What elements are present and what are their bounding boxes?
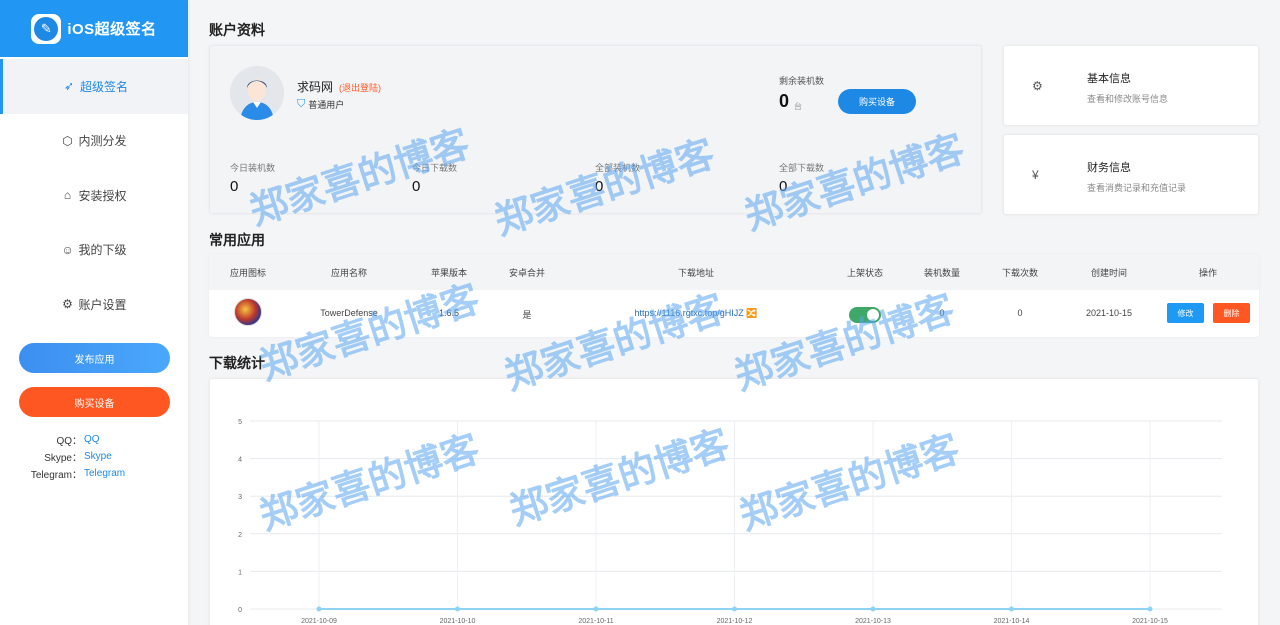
tag-icon: ⌂ xyxy=(63,188,72,203)
pen-icon: ✎ xyxy=(34,16,59,41)
contacts: QQ： QQ Skype： Skype Telegram： Telegram xyxy=(0,431,188,482)
x-tick-label: 2021-10-12 xyxy=(717,618,753,625)
x-tick-label: 2021-10-11 xyxy=(578,618,613,625)
table-row: TowerDefense 1.6.5 是 https://1116.rgtxc.… xyxy=(209,290,1259,337)
app-ios-version: 1.6.5 xyxy=(438,308,460,318)
app-installs: 0 xyxy=(939,308,945,318)
app-created: 2021-10-15 xyxy=(1085,308,1133,318)
y-tick-label: 5 xyxy=(238,419,242,426)
data-point xyxy=(1009,606,1014,612)
data-point xyxy=(870,606,876,612)
app-downloads: 0 xyxy=(1017,308,1023,318)
x-tick-label: 2021-10-15 xyxy=(1132,618,1168,625)
delete-button[interactable]: 删除 xyxy=(1213,303,1250,323)
stat-total-downloads: 全部下载数 0 xyxy=(779,163,825,195)
x-tick-label: 2021-10-09 xyxy=(301,618,337,625)
sidebar-item-account-settings[interactable]: ⚙ 账户设置 xyxy=(0,277,188,332)
contact-skype: Skype： Skype xyxy=(44,451,112,464)
contact-telegram: Telegram： Telegram xyxy=(30,468,126,481)
contact-qq: QQ： QQ xyxy=(56,434,100,447)
gear-icon: ⚙ xyxy=(1032,79,1043,93)
sidebar-nav: ➶ 超级签名 ⬡ 内测分发 ⌂ 安装授权 ☺ 我的下级 ⚙ 账户设置 xyxy=(0,59,188,332)
user-type-badge: ⛉ 普通用户 xyxy=(297,98,345,110)
remaining-installs-label: 剩余装机数 xyxy=(779,76,825,86)
download-chart: 0 1 2 3 4 5 2021-10-09 2021-10-10 2021-10-11 2021… xyxy=(238,419,1222,625)
y-tick-label: 2 xyxy=(238,532,242,539)
stat-today-downloads: 今日下载数 0 xyxy=(412,163,458,195)
data-point xyxy=(732,606,737,612)
x-tick-label: 2021-10-14 xyxy=(994,618,1030,625)
finance-info-desc: 查看消费记录和充值记录 xyxy=(1087,183,1187,193)
stat-total-installs: 全部装机数 0 xyxy=(595,163,641,195)
username: 求码网 (退出登陆) xyxy=(297,80,382,94)
y-tick-label: 0 xyxy=(238,607,242,614)
sidebar-item-label: 超级签名 xyxy=(79,79,128,94)
brand-title: iOS超级签名 xyxy=(67,21,157,38)
sidebar-item-super-sign[interactable]: ➶ 超级签名 xyxy=(0,59,188,114)
y-tick-label: 1 xyxy=(238,569,242,576)
x-tick-label: 2021-10-13 xyxy=(855,618,891,625)
buy-device-button[interactable]: 购买设备 xyxy=(19,387,170,417)
data-point xyxy=(455,606,460,612)
brand-header[interactable]: ✎ iOS超级签名 xyxy=(0,0,188,57)
sidebar-item-label: 安装授权 xyxy=(78,188,127,203)
sidebar-item-install-auth[interactable]: ⌂ 安装授权 xyxy=(0,168,188,223)
stat-today-installs: 今日装机数 0 xyxy=(230,163,276,195)
sidebar-item-label: 账户设置 xyxy=(78,297,127,312)
app-android-merge: 是 xyxy=(522,310,532,320)
y-tick-label: 3 xyxy=(238,494,242,501)
sidebar: ✎ iOS超级签名 ➶ 超级签名 ⬡ 内测分发 ⌂ 安装授权 ☺ 我的下级 ⚙ … xyxy=(0,0,188,625)
sidebar-item-beta-distribution[interactable]: ⬡ 内测分发 xyxy=(0,114,188,169)
app-name: TowerDefense xyxy=(320,308,378,318)
profile-card: 求码网 (退出登陆) ⛉ 普通用户 剩余装机数 0 台 购买设备 今日装机数 0 … xyxy=(209,45,982,214)
download-chart-card: 0 1 2 3 4 5 2021-10-09 2021-10-10 2021-10-11 2021… xyxy=(209,378,1259,625)
user-icon: ☺ xyxy=(61,242,74,257)
y-tick-label: 4 xyxy=(238,457,242,464)
finance-info-card[interactable]: ¥ 财务信息 查看消费记录和充值记录 xyxy=(1003,134,1259,215)
brand-logo: ✎ xyxy=(31,13,62,44)
shield-icon: ⛉ xyxy=(297,98,306,110)
yen-icon: ¥ xyxy=(1032,168,1039,182)
publish-app-button[interactable]: 发布应用 xyxy=(19,343,170,373)
app-download-url[interactable]: https://1116.rgtxc.top/gHIJZ 🔀 xyxy=(635,308,758,319)
table-header: 应用图标 应用名称 苹果版本 安卓合并 下载地址 上架状态 装机数量 下载次数 … xyxy=(209,254,1259,290)
remaining-installs-value: 0 xyxy=(779,91,790,111)
app-icon xyxy=(234,298,262,326)
cube-icon: ⬡ xyxy=(62,133,73,148)
skype-link[interactable]: Skype xyxy=(84,451,112,462)
data-point xyxy=(316,606,322,612)
paper-plane-icon: ➶ xyxy=(63,79,75,94)
sidebar-item-subordinates[interactable]: ☺ 我的下级 xyxy=(0,223,188,278)
logout-link[interactable]: (退出登陆) xyxy=(339,83,381,93)
basic-info-desc: 查看和修改账号信息 xyxy=(1087,94,1169,104)
apps-section-title: 常用应用 xyxy=(209,232,265,248)
sidebar-item-label: 我的下级 xyxy=(78,243,127,258)
download-stats-title: 下载统计 xyxy=(209,355,265,371)
basic-info-title: 基本信息 xyxy=(1087,73,1131,85)
account-section-title: 账户资料 xyxy=(209,22,265,38)
listed-toggle[interactable] xyxy=(849,307,881,323)
avatar xyxy=(230,66,284,120)
toggle-knob xyxy=(867,309,879,321)
data-point xyxy=(593,606,599,612)
gear-icon: ⚙ xyxy=(62,297,73,312)
edit-button[interactable]: 修改 xyxy=(1167,303,1204,323)
finance-info-title: 财务信息 xyxy=(1087,162,1131,174)
sidebar-item-label: 内测分发 xyxy=(78,134,127,149)
x-tick-label: 2021-10-10 xyxy=(440,618,476,625)
data-point xyxy=(1147,606,1153,612)
telegram-link[interactable]: Telegram xyxy=(84,468,125,479)
remaining-installs-unit: 台 xyxy=(794,102,802,111)
qq-link[interactable]: QQ xyxy=(84,434,100,445)
basic-info-card[interactable]: ⚙ 基本信息 查看和修改账号信息 xyxy=(1003,45,1259,126)
buy-device-button-main[interactable]: 购买设备 xyxy=(838,89,916,114)
apps-table: 应用图标 应用名称 苹果版本 安卓合并 下载地址 上架状态 装机数量 下载次数 … xyxy=(209,254,1259,337)
